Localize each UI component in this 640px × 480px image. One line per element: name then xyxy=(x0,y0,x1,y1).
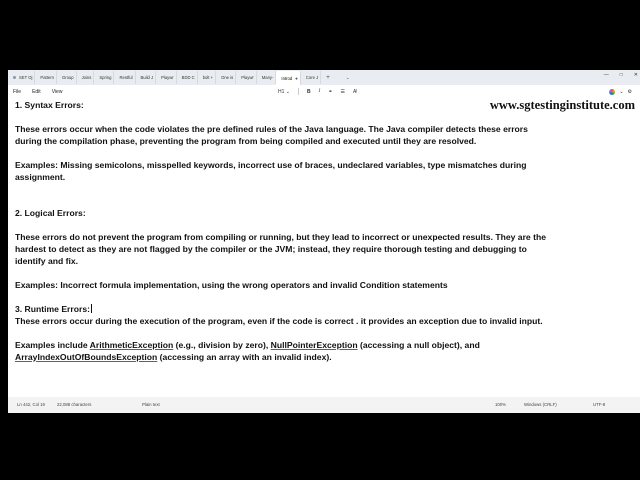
line-ending[interactable]: Windows (CRLF) xyxy=(524,402,557,407)
menu-view[interactable]: View xyxy=(52,89,63,95)
maximize-icon[interactable]: □ xyxy=(620,72,623,78)
clear-format-icon[interactable]: A̸ xyxy=(353,89,356,95)
tab-label: Core J xyxy=(305,75,319,80)
watermark: www.sgtestinginstitute.com xyxy=(489,98,635,112)
heading-label: H1 xyxy=(278,88,285,95)
tab-label: Spring xyxy=(99,75,112,80)
tab-bolt[interactable]: bolt + xyxy=(198,71,217,84)
chevron-down-icon[interactable]: ⌄ xyxy=(619,89,623,95)
tab-label: Joins xyxy=(81,75,92,80)
chevron-down-icon: ⌄ xyxy=(285,88,290,95)
copilot-icon[interactable] xyxy=(609,88,616,95)
close-icon[interactable]: ✕ xyxy=(634,72,638,78)
tab-label: Build J xyxy=(140,75,154,80)
text-line: These errors do not prevent the program … xyxy=(15,232,546,242)
toolbar-divider xyxy=(298,88,299,95)
tab-label: bolt + xyxy=(202,75,214,80)
italic-icon[interactable]: I xyxy=(319,89,321,94)
document-icon xyxy=(13,76,16,79)
tab-label: Group xyxy=(61,75,74,80)
tab-label: Introd xyxy=(281,75,293,81)
text-line: hardest to detect as they are not flagge… xyxy=(15,244,527,254)
text-caret xyxy=(90,304,92,313)
tab-label: Pattern xyxy=(40,75,54,80)
bold-icon[interactable]: B xyxy=(307,89,311,95)
text-line-examples: Examples include ArithmeticException (e.… xyxy=(15,339,480,351)
new-tab-icon[interactable]: + xyxy=(326,75,330,81)
character-count: 22,088 characters xyxy=(57,402,92,407)
tab-introd[interactable]: Introd ● xyxy=(276,71,301,85)
window-controls: — □ ✕ xyxy=(604,72,638,78)
minimize-icon[interactable]: — xyxy=(604,72,609,78)
spellcheck-word: NullPointerException xyxy=(270,340,358,350)
text-fragment: Examples include xyxy=(15,340,90,350)
text-fragment: (accessing a null object), and xyxy=(357,340,480,350)
tab-list-chevron-icon[interactable]: ⌄ xyxy=(346,75,350,81)
screen: SET Oj Pattern Group Joins Spring Restfu… xyxy=(0,0,640,480)
text-line: during the compilation phase, preventing… xyxy=(15,136,477,146)
text-editor[interactable]: 1. Syntax Errors: These errors occur whe… xyxy=(8,98,640,398)
tab-label: BDD C xyxy=(181,75,195,80)
tab-spring[interactable]: Spring xyxy=(94,71,115,84)
menu-edit[interactable]: Edit xyxy=(32,89,41,95)
tab-label: Playwr xyxy=(241,75,254,80)
text-line-examples-cont: ArrayIndexOutOfBoundsException (accessin… xyxy=(15,351,332,363)
tab-label: SET Oj xyxy=(19,75,33,80)
text-fragment: (accessing an array with an invalid inde… xyxy=(157,352,332,362)
format-toolbar: H1 ⌄ B I ⚭ ☰ A̸ xyxy=(278,85,364,98)
menu-file[interactable]: File xyxy=(13,89,21,95)
tab-build[interactable]: Build J xyxy=(136,71,157,84)
text-fragment: (e.g., division by zero), xyxy=(173,340,271,350)
zoom-level[interactable]: 100% xyxy=(495,402,506,407)
right-tools: ⌄ ⚙ xyxy=(609,85,632,98)
text-line: These errors occur when the code violate… xyxy=(15,124,528,134)
text-line: identify and fix. xyxy=(15,256,79,266)
tab-label: One is xyxy=(221,75,234,80)
list-icon[interactable]: ☰ xyxy=(341,89,345,95)
tab-one-is[interactable]: One is xyxy=(216,71,237,84)
notepad-window: SET Oj Pattern Group Joins Spring Restfu… xyxy=(8,70,640,413)
text-line: These errors occur during the execution … xyxy=(15,316,543,326)
tab-core[interactable]: Core J xyxy=(301,71,322,84)
tab-joins[interactable]: Joins xyxy=(77,71,95,84)
heading-runtime-errors: 3. Runtime Errors: xyxy=(15,304,90,314)
tab-many[interactable]: Many- xyxy=(257,71,277,84)
spellcheck-word: ArrayIndexOutOfBoundsException xyxy=(15,352,158,362)
text-line: assignment. xyxy=(15,172,66,182)
link-icon[interactable]: ⚭ xyxy=(328,89,332,95)
heading-syntax-errors: 1. Syntax Errors: xyxy=(15,100,84,110)
status-bar: Ln 442, Col 19 22,088 characters Plain t… xyxy=(8,397,640,413)
encoding[interactable]: UTF-8 xyxy=(593,402,605,407)
gear-icon[interactable]: ⚙ xyxy=(628,89,632,95)
spellcheck-word: ArithmeticException xyxy=(89,340,174,350)
tab-group[interactable]: Group xyxy=(57,71,77,84)
tab-playwr-2[interactable]: Playwr xyxy=(236,71,257,84)
tab-restful[interactable]: Restful xyxy=(114,71,136,84)
tab-bar: SET Oj Pattern Group Joins Spring Restfu… xyxy=(8,70,640,85)
cursor-position: Ln 442, Col 19 xyxy=(17,402,45,407)
tab-bdd[interactable]: BDD C xyxy=(177,71,198,84)
heading-runtime-errors-line: 3. Runtime Errors: xyxy=(15,303,92,315)
heading-dropdown[interactable]: H1 ⌄ xyxy=(278,89,290,95)
tab-pattern[interactable]: Pattern xyxy=(35,71,57,84)
tab-label: Playwr xyxy=(161,75,174,80)
tab-dot-icon[interactable]: ● xyxy=(295,76,298,81)
heading-logical-errors: 2. Logical Errors: xyxy=(15,208,86,218)
file-format: Plain text xyxy=(142,402,160,407)
text-line: Examples: Incorrect formula implementati… xyxy=(15,280,448,290)
tab-playwr-1[interactable]: Playwr xyxy=(156,71,177,84)
tab-label: Many- xyxy=(261,75,274,80)
text-line: Examples: Missing semicolons, misspelled… xyxy=(15,160,527,170)
tab-label: Restful xyxy=(119,75,133,80)
tab-set-oj[interactable]: SET Oj xyxy=(8,71,36,84)
